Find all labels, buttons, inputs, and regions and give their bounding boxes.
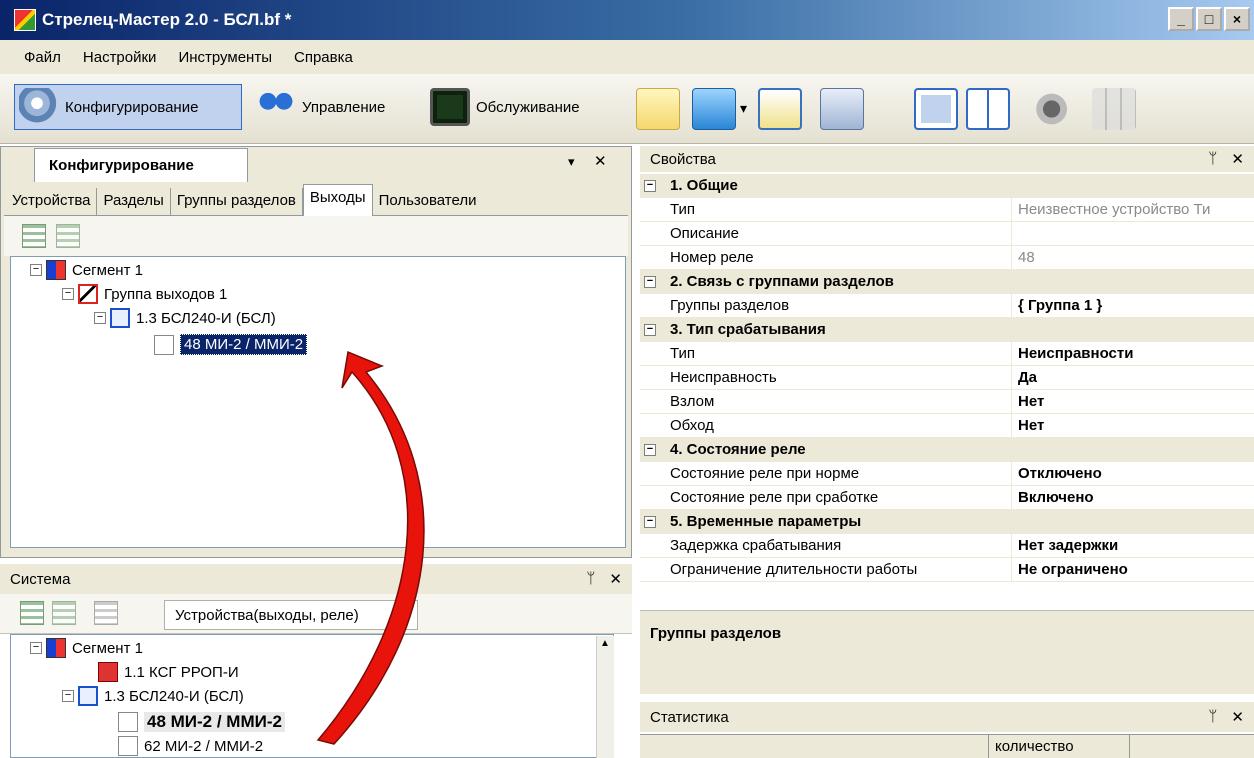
annotation-arrow <box>316 350 425 745</box>
arrow-path <box>316 350 425 745</box>
